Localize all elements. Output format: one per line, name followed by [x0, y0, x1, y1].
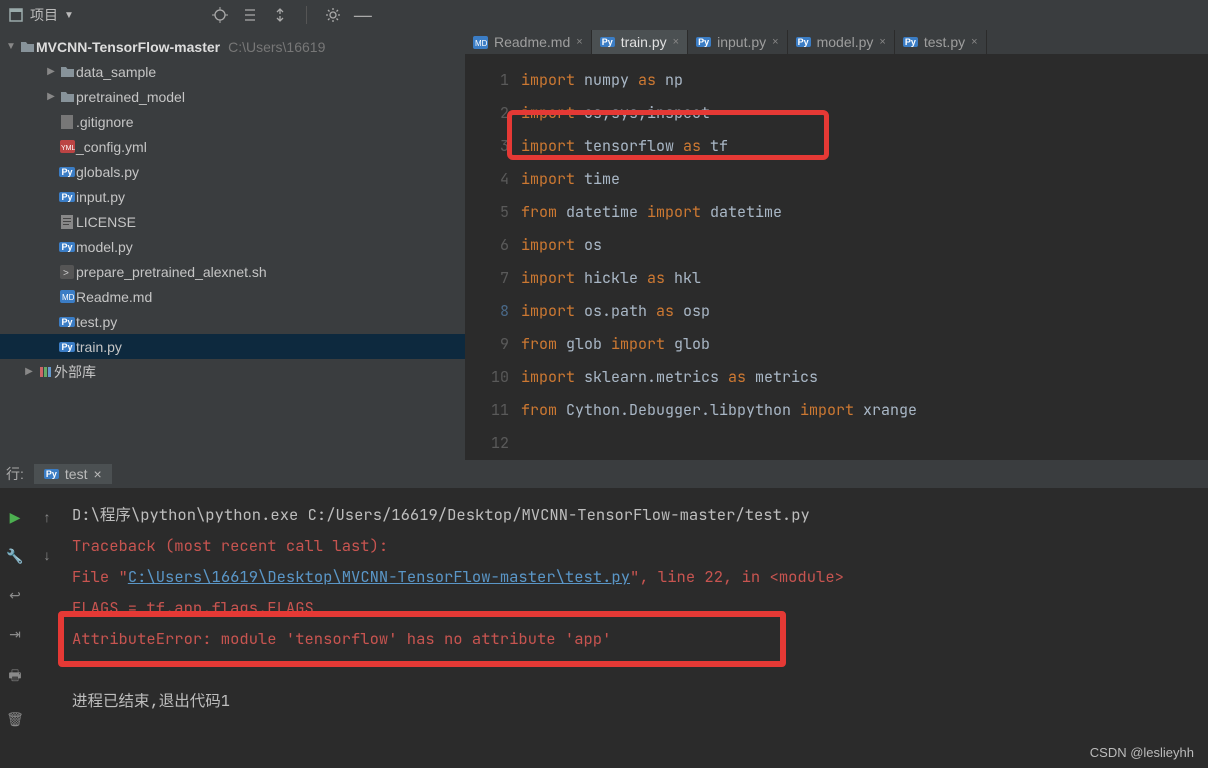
code-editor[interactable]: import numpy as npimport os,sys,inspecti…	[521, 54, 1208, 460]
console-cmd: D:\程序\python\python.exe C:/Users/16619/D…	[72, 499, 1200, 530]
tab-input-py[interactable]: Pyinput.py×	[688, 30, 788, 54]
project-label: 项目	[30, 5, 58, 25]
gear-icon[interactable]	[325, 7, 341, 23]
project-dropdown[interactable]: 项目 ▼	[8, 5, 74, 25]
close-icon[interactable]: ×	[576, 36, 582, 48]
print-icon[interactable]: 🖶	[8, 665, 21, 689]
step-icon[interactable]: ⇥	[9, 626, 21, 643]
code-line-3: import tensorflow as tf	[521, 130, 1208, 163]
tree-item-input-py[interactable]: Pyinput.py	[0, 184, 465, 209]
tree-root[interactable]: ▼MVCNN-TensorFlow-masterC:\Users\16619	[0, 34, 465, 59]
tree-item--config-yml[interactable]: YML_config.yml	[0, 134, 465, 159]
tree-item-train-py[interactable]: Pytrain.py	[0, 334, 465, 359]
tab-train-py[interactable]: Pytrain.py×	[592, 30, 688, 54]
tab-model-py[interactable]: Pymodel.py×	[788, 30, 895, 54]
code-line-4: import time	[521, 163, 1208, 196]
tree-item-model-py[interactable]: Pymodel.py	[0, 234, 465, 259]
chevron-down-icon: ▼	[64, 10, 74, 21]
tree-item-data-sample[interactable]: ▶data_sample	[0, 59, 465, 84]
console-output[interactable]: D:\程序\python\python.exe C:/Users/16619/D…	[64, 489, 1208, 768]
code-line-12	[521, 427, 1208, 460]
traceback-file-link[interactable]: C:\Users\16619\Desktop\MVCNN-TensorFlow-…	[128, 566, 630, 587]
close-icon[interactable]: ×	[93, 466, 101, 482]
close-icon[interactable]: ×	[772, 36, 778, 48]
tree-external-libs[interactable]: ▶外部库	[0, 359, 465, 384]
code-line-8: import os.path as osp	[521, 295, 1208, 328]
close-icon[interactable]: ×	[673, 36, 679, 48]
rerun-icon[interactable]: ▶	[10, 509, 21, 526]
wrench-icon[interactable]: 🔧	[6, 548, 23, 565]
tree-item-license[interactable]: LICENSE	[0, 209, 465, 234]
run-tab-test[interactable]: Py test ×	[34, 464, 112, 484]
window-icon	[8, 7, 24, 23]
tree-item-globals-py[interactable]: Pyglobals.py	[0, 159, 465, 184]
code-line-5: from datetime import datetime	[521, 196, 1208, 229]
run-actions-col: ▶ 🔧 ↩ ⇥ 🖶 🗑	[0, 489, 30, 768]
tree-item-prepare-pretrained-alexnet-sh[interactable]: >prepare_pretrained_alexnet.sh	[0, 259, 465, 284]
code-line-11: from Cython.Debugger.libpython import xr…	[521, 394, 1208, 427]
arrow-up-icon[interactable]: ↑	[44, 509, 51, 525]
editor-tabs: MDReadme.md×Pytrain.py×Pyinput.py×Pymode…	[465, 30, 1208, 54]
target-icon[interactable]	[212, 7, 228, 23]
toolbar-top: 项目 ▼ —	[0, 0, 1208, 30]
tree-item-test-py[interactable]: Pytest.py	[0, 309, 465, 334]
hide-icon[interactable]: —	[355, 7, 371, 23]
tab-test-py[interactable]: Pytest.py×	[895, 30, 987, 54]
tree-item-pretrained-model[interactable]: ▶pretrained_model	[0, 84, 465, 109]
code-line-1: import numpy as np	[521, 64, 1208, 97]
tree-item--gitignore[interactable]: .gitignore	[0, 109, 465, 134]
highlight-attribute-error	[58, 611, 786, 667]
close-icon[interactable]: ×	[971, 36, 977, 48]
python-icon: Py	[44, 469, 59, 479]
svg-text:>: >	[63, 268, 69, 279]
tree-item-readme-md[interactable]: MDReadme.md	[0, 284, 465, 309]
close-icon[interactable]: ×	[879, 36, 885, 48]
line-gutter: 123456789101112	[465, 54, 521, 460]
watermark: CSDN @leslieyhh	[1090, 745, 1194, 760]
code-line-10: import sklearn.metrics as metrics	[521, 361, 1208, 394]
arrow-down-icon[interactable]: ↓	[44, 547, 51, 563]
code-line-9: from glob import glob	[521, 328, 1208, 361]
console-exit: 进程已结束,退出代码1	[72, 685, 1200, 716]
code-line-7: import hickle as hkl	[521, 262, 1208, 295]
tab-Readme-md[interactable]: MDReadme.md×	[465, 30, 592, 54]
run-label: 行:	[6, 464, 24, 484]
run-tab-name: test	[65, 466, 88, 482]
trash-icon[interactable]: 🗑	[6, 711, 24, 728]
svg-text:MD: MD	[475, 39, 488, 48]
collapse-icon[interactable]	[242, 7, 258, 23]
run-panel: ▶ 🔧 ↩ ⇥ 🖶 🗑 ↑ ↓ D:\程序\python\python.exe …	[0, 460, 1208, 768]
run-tool-header: 行: Py test ×	[0, 460, 1208, 488]
code-line-2: import os,sys,inspect	[521, 97, 1208, 130]
project-tree[interactable]: ▼MVCNN-TensorFlow-masterC:\Users\16619▶d…	[0, 30, 465, 460]
svg-text:YML: YML	[61, 145, 75, 152]
return-icon[interactable]: ↩	[9, 587, 21, 604]
code-line-6: import os	[521, 229, 1208, 262]
console-traceback: Traceback (most recent call last):	[72, 535, 388, 556]
expand-icon[interactable]	[272, 7, 288, 23]
svg-text:MD: MD	[62, 293, 75, 302]
